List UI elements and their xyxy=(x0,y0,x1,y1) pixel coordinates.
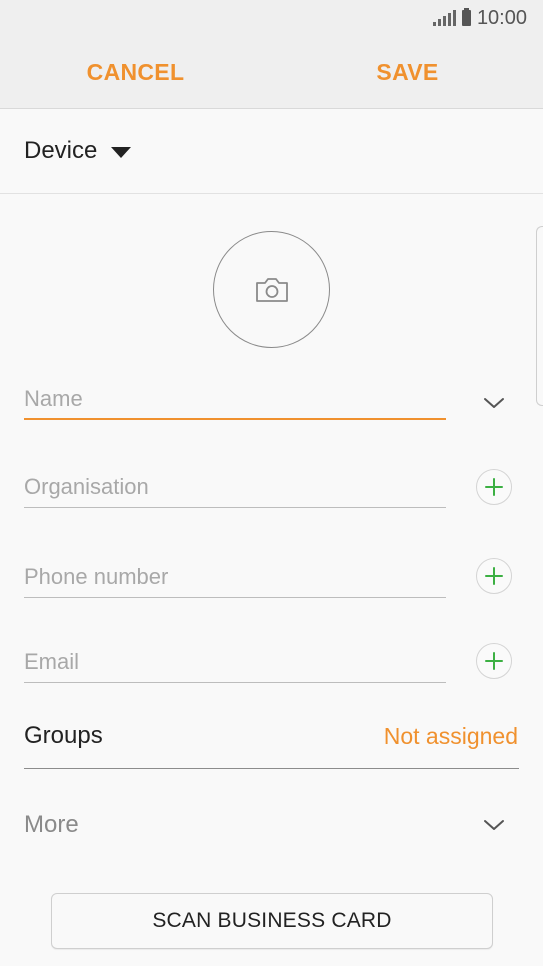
save-button[interactable]: SAVE xyxy=(272,36,543,108)
scan-business-card-button[interactable]: SCAN BUSINESS CARD xyxy=(51,893,493,949)
email-field-container xyxy=(24,643,446,683)
name-expand-chevron-icon[interactable] xyxy=(483,396,505,410)
phone-field-underline xyxy=(24,597,446,598)
name-field[interactable] xyxy=(24,380,446,418)
groups-divider xyxy=(24,768,519,769)
storage-selector[interactable]: Device xyxy=(0,109,543,194)
status-time: 10:00 xyxy=(476,6,527,29)
name-field-underline xyxy=(24,418,446,420)
phone-number-field[interactable] xyxy=(24,558,446,596)
add-email-button[interactable] xyxy=(476,643,512,679)
more-fields-toggle[interactable]: More xyxy=(24,811,79,839)
email-field-underline xyxy=(24,682,446,683)
name-field-container xyxy=(24,380,446,420)
email-field[interactable] xyxy=(24,643,446,681)
organisation-field-underline xyxy=(24,507,446,508)
more-expand-chevron-icon[interactable] xyxy=(483,818,505,832)
groups-value[interactable]: Not assigned xyxy=(384,723,518,750)
camera-icon xyxy=(255,277,288,302)
edge-panel-handle[interactable] xyxy=(536,226,543,406)
action-bar: CANCEL SAVE xyxy=(0,36,543,109)
dropdown-caret-icon xyxy=(111,147,131,158)
battery-icon xyxy=(461,8,471,26)
phone-field-container xyxy=(24,558,446,598)
plus-icon xyxy=(485,478,503,496)
organisation-field-container xyxy=(24,468,446,508)
plus-icon xyxy=(485,652,503,670)
signal-icon xyxy=(432,10,456,26)
add-phone-button[interactable] xyxy=(476,558,512,594)
storage-selected-label: Device xyxy=(24,137,98,164)
contact-photo-button[interactable] xyxy=(213,231,330,348)
status-icons: 10:00 xyxy=(432,6,527,30)
status-bar: 10:00 xyxy=(0,0,543,36)
plus-icon xyxy=(485,567,503,585)
add-organisation-button[interactable] xyxy=(476,469,512,505)
groups-label: Groups xyxy=(24,722,103,749)
cancel-button[interactable]: CANCEL xyxy=(0,36,271,108)
organisation-field[interactable] xyxy=(24,468,446,506)
